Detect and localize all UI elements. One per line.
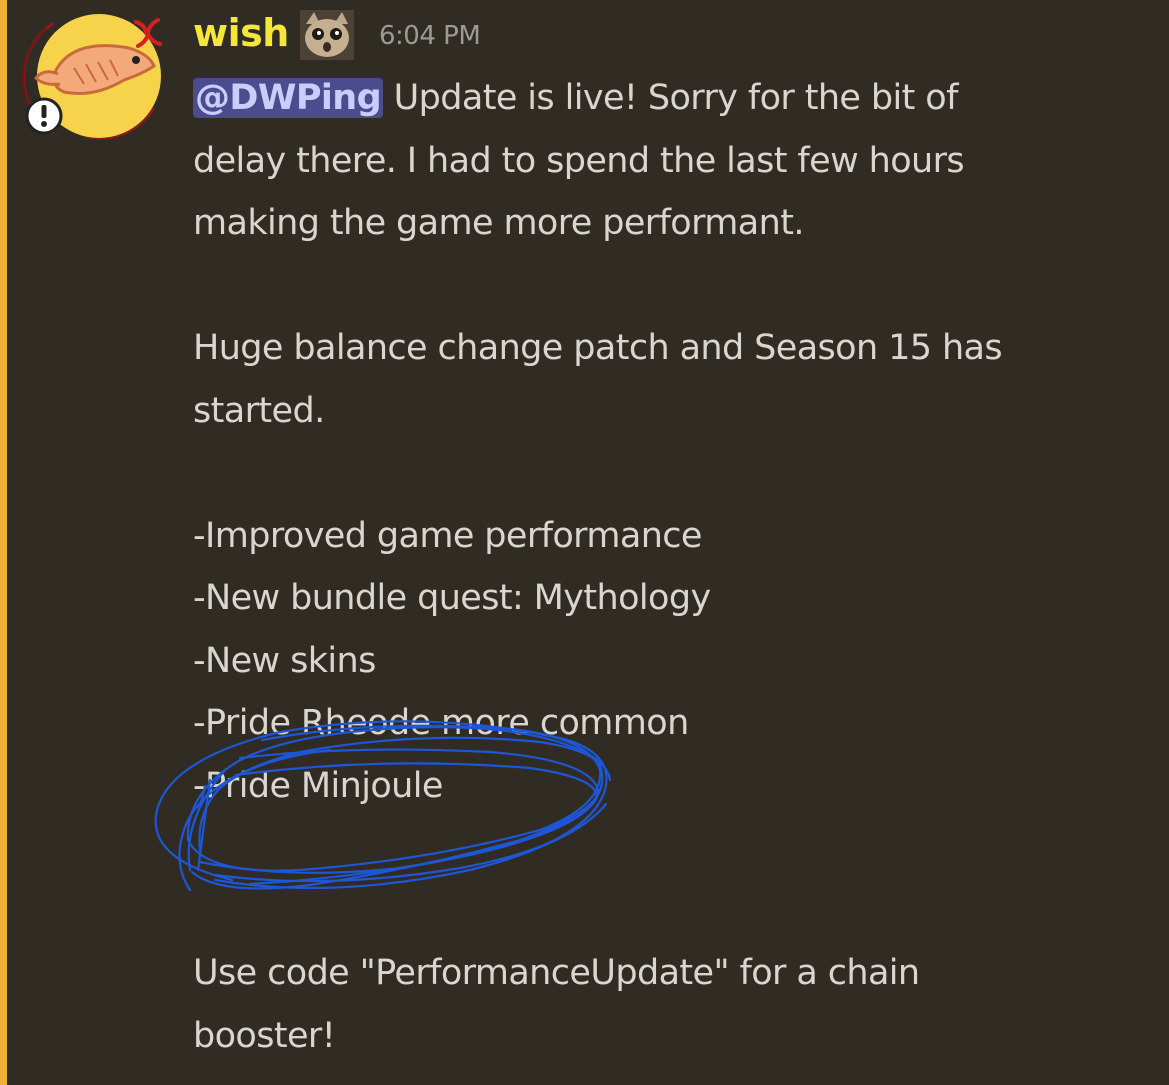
message-content: @DWPing Update is live! Sorry for the bi… xyxy=(193,67,1163,1067)
avatar[interactable] xyxy=(14,8,174,148)
list-item: -Pride Minjoule xyxy=(193,765,443,806)
message-line: started. xyxy=(193,390,325,431)
message-line: delay there. I had to spend the last few… xyxy=(193,140,965,181)
message-line: @DWPing Update is live! Sorry for the bi… xyxy=(193,78,958,118)
message-author[interactable]: wish xyxy=(193,8,289,58)
list-item: -Pride Rheode more common xyxy=(193,703,689,743)
message-line: Use code "PerformanceUpdate" for a chain xyxy=(193,953,920,993)
list-item: -New bundle quest: Mythology xyxy=(193,578,711,618)
message-line: booster! xyxy=(193,1015,336,1056)
message-line: Huge balance change patch and Season 15 … xyxy=(193,328,1003,368)
list-item: -New skins xyxy=(193,640,376,681)
cat-emoji-icon xyxy=(300,10,354,60)
message-line: making the game more performant. xyxy=(193,203,804,243)
fish-avatar-icon xyxy=(21,14,162,140)
user-mention[interactable]: @DWPing xyxy=(193,78,384,118)
message-timestamp: 6:04 PM xyxy=(379,21,481,51)
list-item: -Improved game performance xyxy=(193,515,702,556)
mention-highlight-bar xyxy=(0,0,7,1085)
